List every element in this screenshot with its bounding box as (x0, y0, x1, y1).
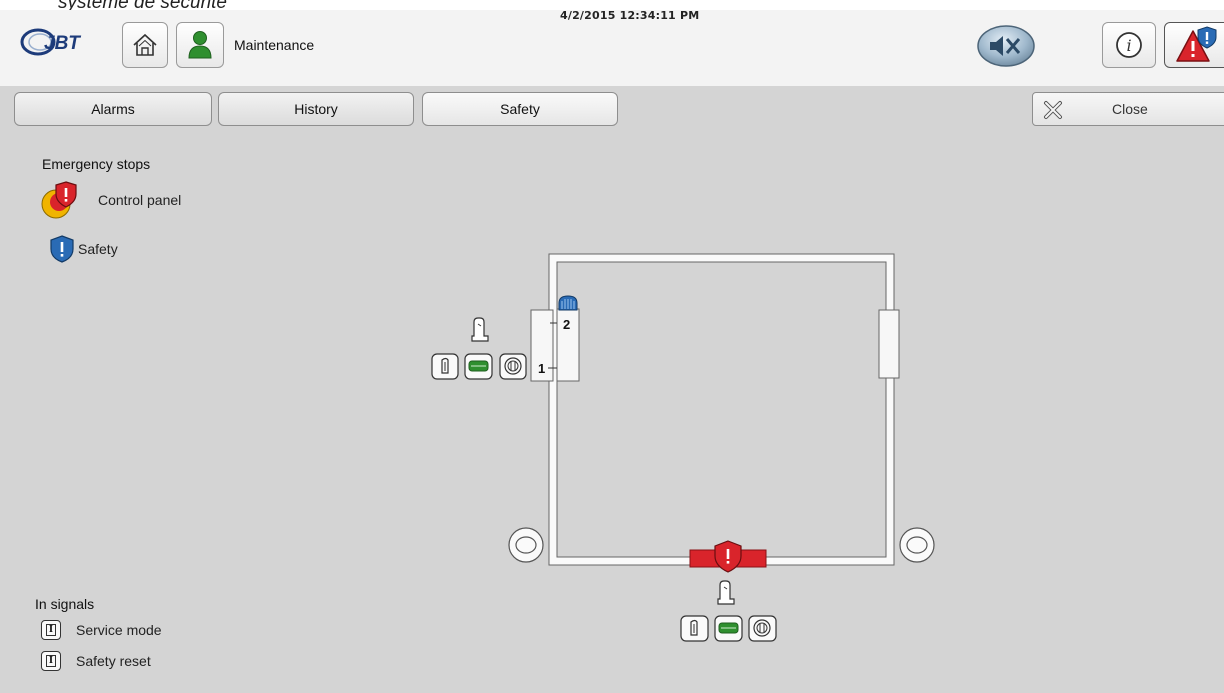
user-icon (188, 31, 212, 59)
tab-safety-label: Safety (500, 101, 540, 117)
main-panel (0, 86, 1224, 693)
user-button[interactable] (176, 22, 224, 68)
jbt-logo: JBT (20, 28, 81, 56)
control-panel-label: Control panel (98, 192, 182, 208)
close-button-label: Close (1112, 101, 1148, 117)
safety-reset-signal-icon: I (41, 651, 61, 671)
svg-text:i: i (1126, 36, 1131, 55)
info-icon: i (1116, 32, 1142, 58)
alarm-warning-icon (1176, 26, 1217, 62)
home-button[interactable] (122, 22, 168, 68)
emergency-stops-title: Emergency stops (42, 156, 151, 172)
logo-text: JBT (44, 33, 81, 54)
tab-history-label: History (294, 101, 338, 117)
tab-safety[interactable]: Safety (422, 92, 618, 126)
tab-alarms-label: Alarms (91, 101, 135, 117)
tab-alarms[interactable]: Alarms (14, 92, 212, 126)
tab-history[interactable]: History (218, 92, 414, 126)
mute-button[interactable] (976, 24, 1036, 68)
home-icon (133, 33, 157, 56)
safety-label: Safety (78, 241, 118, 257)
close-icon (1044, 101, 1062, 119)
control-panel-estop-icon (41, 181, 77, 219)
page-title: Maintenance (234, 37, 315, 53)
in-signals-title: In signals (35, 596, 95, 612)
info-button[interactable]: i (1102, 22, 1156, 68)
alarm-indicator-button[interactable] (1164, 22, 1224, 68)
safety-reset-label: Safety reset (76, 653, 151, 669)
datetime-display: 4/2/2015 12:34:11 PM (560, 9, 700, 22)
close-button[interactable]: Close (1032, 92, 1224, 126)
service-mode-signal-icon: I (41, 620, 61, 640)
safety-shield-icon (50, 235, 74, 263)
service-mode-label: Service mode (76, 622, 162, 638)
